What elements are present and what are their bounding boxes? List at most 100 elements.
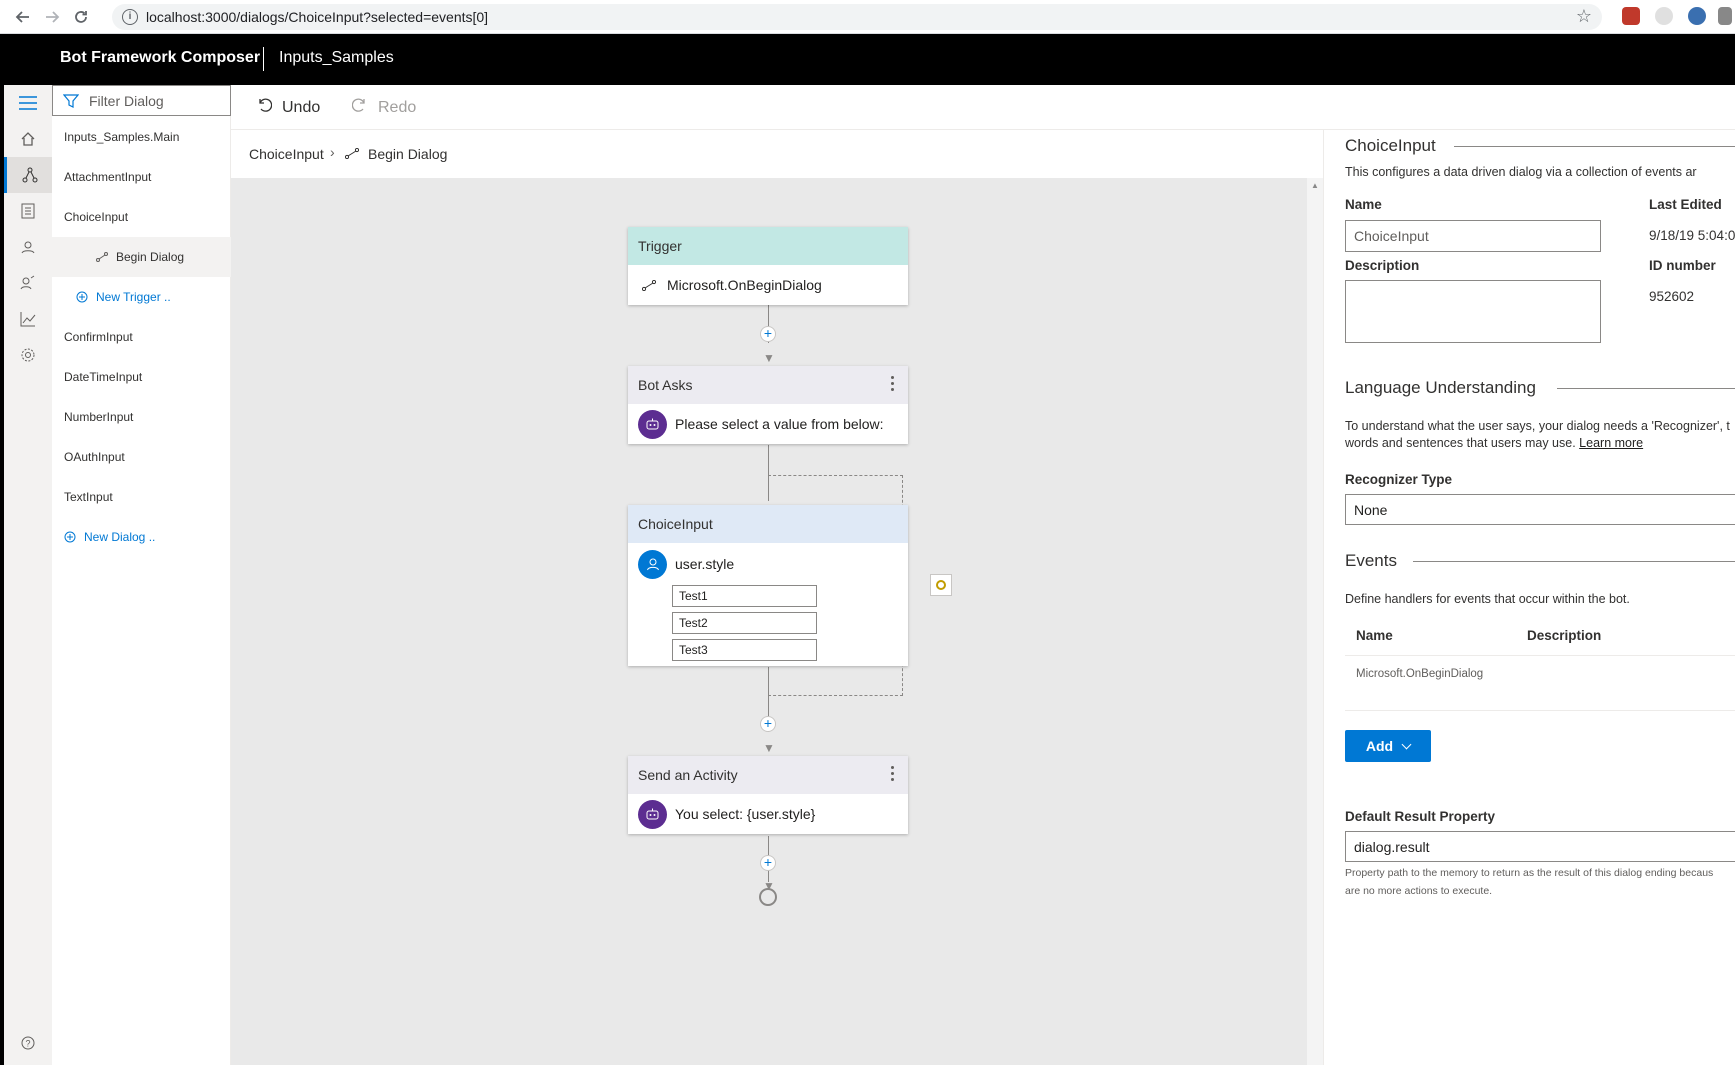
svg-text:?: ?	[26, 1039, 31, 1049]
events-description: Define handlers for events that occur wi…	[1345, 592, 1630, 606]
default-result-field[interactable]: dialog.result	[1345, 831, 1735, 862]
extension-icon[interactable]	[1718, 7, 1732, 25]
more-options-icon[interactable]	[891, 766, 894, 784]
info-icon[interactable]: i	[122, 9, 138, 25]
dialog-item-label: AttachmentInput	[64, 170, 152, 184]
default-result-help: Property path to the memory to return as…	[1345, 867, 1714, 879]
node-title: Bot Asks	[638, 377, 693, 393]
dialog-item-confirminput[interactable]: ConfirmInput	[52, 317, 231, 357]
choice-item[interactable]: Test3	[672, 639, 817, 661]
recognizer-type-label: Recognizer Type	[1345, 472, 1453, 487]
add-circle-icon	[64, 531, 76, 543]
extension-icon[interactable]	[1655, 7, 1673, 25]
choice-item[interactable]: Test1	[672, 585, 817, 607]
hamburger-menu-icon[interactable]	[4, 85, 52, 121]
choice-item[interactable]: Test2	[672, 612, 817, 634]
url-text: localhost:3000/dialogs/ChoiceInput?selec…	[146, 9, 489, 25]
undo-button[interactable]: Undo	[256, 97, 320, 118]
dialog-item-choiceinput[interactable]: ChoiceInput	[52, 197, 231, 237]
input-property: user.style	[675, 556, 735, 572]
back-arrow-icon[interactable]	[11, 5, 35, 29]
undo-label: Undo	[282, 98, 321, 116]
extension-icon[interactable]	[1622, 7, 1640, 25]
dialog-item-oauthinput[interactable]: OAuthInput	[52, 437, 231, 477]
trigger-event: Microsoft.OnBeginDialog	[667, 277, 822, 293]
dialog-item-label: DateTimeInput	[64, 370, 143, 384]
dialog-item-label: ChoiceInput	[64, 210, 129, 224]
lu-description-2: words and sentences that users may use. …	[1345, 436, 1643, 450]
events-column-name: Name	[1356, 628, 1393, 643]
bookmark-star-icon[interactable]: ☆	[1576, 6, 1592, 27]
settings-gear-icon[interactable]	[4, 337, 52, 373]
chevron-down-icon	[1401, 739, 1412, 749]
flow-canvas[interactable]: + ▼ + ▼ + ▼ Trigger Microsoft.OnBeginDia…	[231, 178, 1307, 1065]
forward-arrow-icon[interactable]	[40, 5, 64, 29]
bot-responses-icon[interactable]	[4, 193, 52, 229]
dialog-item-numberinput[interactable]: NumberInput	[52, 397, 231, 437]
dialog-item-datetimeinput[interactable]: DateTimeInput	[52, 357, 231, 397]
connector-arrow-icon: ▼	[763, 741, 775, 755]
home-icon[interactable]	[4, 121, 52, 157]
learn-more-link[interactable]: Learn more	[1579, 436, 1643, 450]
recognizer-type-dropdown[interactable]: None	[1345, 494, 1735, 525]
dialog-item-label: TextInput	[64, 490, 113, 504]
dialog-item-main[interactable]: Inputs_Samples.Main	[52, 117, 231, 157]
more-options-icon[interactable]	[891, 376, 894, 394]
breadcrumb: ChoiceInput › Begin Dialog	[231, 130, 1323, 178]
extension-icon[interactable]	[1688, 7, 1706, 25]
design-flow-icon[interactable]	[4, 157, 52, 193]
events-section-title: Events	[1345, 551, 1397, 570]
filter-dialog-input[interactable]: Filter Dialog	[52, 85, 231, 116]
send-activity-node[interactable]: Send an Activity You select: {user.style…	[628, 756, 908, 834]
user-input-icon[interactable]	[4, 229, 52, 265]
new-trigger-link[interactable]: New Trigger ..	[52, 277, 231, 317]
new-dialog-link[interactable]: New Dialog ..	[52, 517, 231, 557]
lu-description: To understand what the user says, your d…	[1345, 419, 1730, 433]
trigger-item-begin-dialog[interactable]: Begin Dialog	[52, 237, 231, 277]
choice-input-node[interactable]: ChoiceInput user.style Test1 Test2 Test3	[628, 505, 908, 666]
add-action-plus-icon[interactable]: +	[760, 855, 776, 871]
nav-rail: ?	[4, 85, 52, 1065]
name-label: Name	[1345, 197, 1382, 212]
analytics-icon[interactable]	[4, 301, 52, 337]
canvas-scrollbar[interactable]: ▲	[1307, 178, 1323, 1065]
scroll-up-arrow-icon[interactable]: ▲	[1311, 181, 1319, 190]
breadcrumb-trigger[interactable]: Begin Dialog	[368, 146, 447, 162]
description-textarea[interactable]	[1345, 280, 1601, 343]
bot-asks-node[interactable]: Bot Asks Please select a value from belo…	[628, 366, 908, 444]
trigger-node[interactable]: Trigger Microsoft.OnBeginDialog	[628, 227, 908, 305]
loop-indicator-icon[interactable]	[930, 574, 952, 596]
last-edited-label: Last Edited	[1649, 197, 1722, 212]
redo-button[interactable]: Redo	[351, 97, 416, 118]
node-body: Microsoft.OnBeginDialog	[628, 265, 908, 305]
breadcrumb-dialog[interactable]: ChoiceInput	[249, 146, 324, 162]
add-action-plus-icon[interactable]: +	[760, 716, 776, 732]
knowledge-icon[interactable]	[4, 265, 52, 301]
name-field-value: ChoiceInput	[1354, 228, 1429, 244]
node-title: ChoiceInput	[638, 516, 713, 532]
reload-icon[interactable]	[69, 5, 93, 29]
trigger-item-label: Begin Dialog	[116, 250, 185, 264]
dialog-item-textinput[interactable]: TextInput	[52, 477, 231, 517]
add-action-plus-icon[interactable]: +	[760, 326, 776, 342]
trigger-flow-icon	[344, 146, 360, 162]
dialog-item-attachmentinput[interactable]: AttachmentInput	[52, 157, 231, 197]
panel-title: ChoiceInput	[1345, 136, 1436, 155]
trigger-flow-icon	[638, 279, 659, 291]
filter-icon	[63, 94, 79, 108]
id-number-value: 952602	[1649, 289, 1695, 304]
address-bar[interactable]: i localhost:3000/dialogs/ChoiceInput?sel…	[112, 4, 1602, 30]
help-icon[interactable]: ?	[4, 1025, 52, 1061]
events-row-name[interactable]: Microsoft.OnBeginDialog	[1356, 668, 1483, 680]
bot-avatar-icon	[638, 799, 667, 829]
name-field[interactable]: ChoiceInput	[1345, 220, 1601, 252]
add-event-button[interactable]: Add	[1345, 730, 1431, 762]
dialog-item-label: ConfirmInput	[64, 330, 133, 344]
id-number-label: ID number	[1649, 258, 1716, 273]
new-trigger-label: New Trigger ..	[96, 290, 171, 304]
filter-placeholder: Filter Dialog	[89, 93, 164, 109]
app-brand: Bot Framework Composer	[60, 49, 261, 66]
default-result-label: Default Result Property	[1345, 809, 1496, 824]
description-label: Description	[1345, 258, 1420, 273]
bot-prompt-text: Please select a value from below:	[675, 416, 884, 432]
